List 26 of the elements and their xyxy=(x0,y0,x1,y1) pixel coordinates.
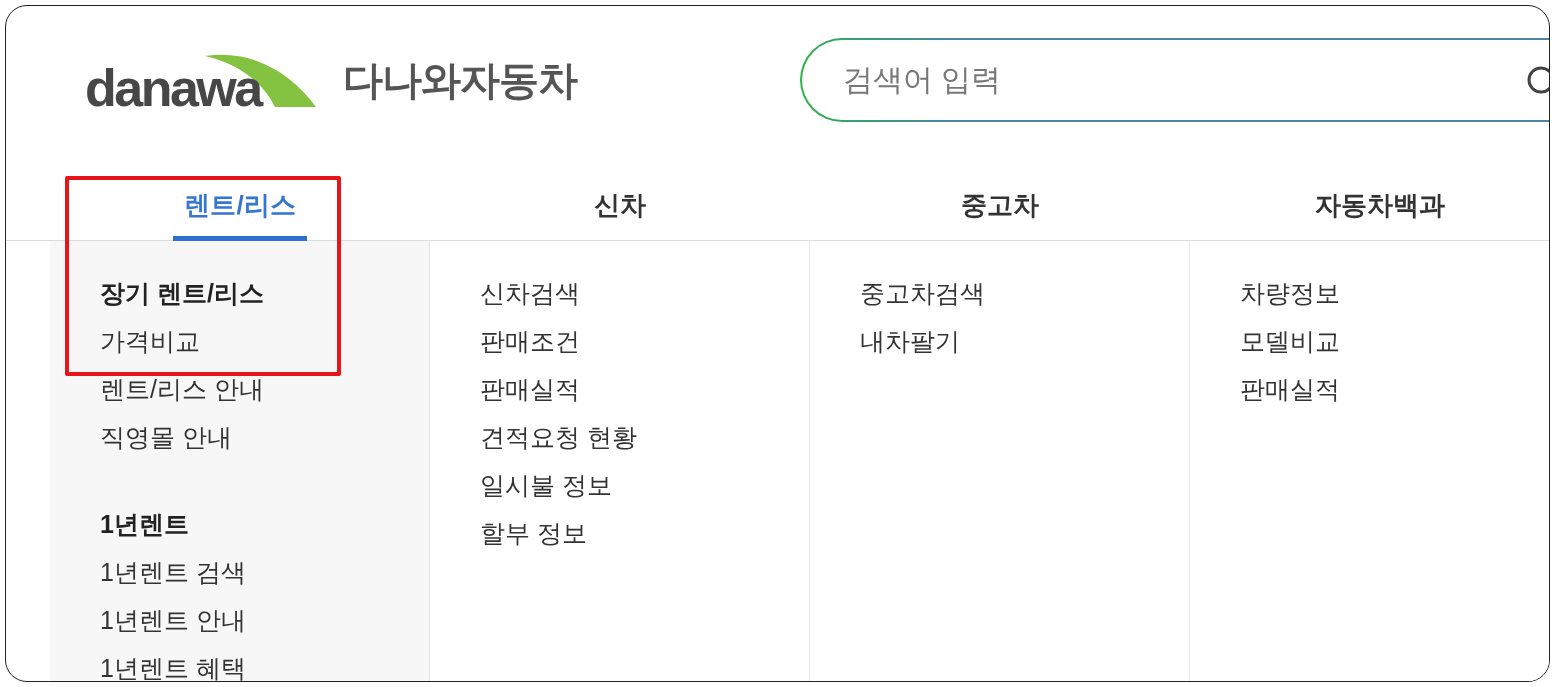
logo-wordmark[interactable]: danawa xyxy=(85,66,261,110)
nav-tab[interactable]: 자동차백과 xyxy=(1304,188,1456,242)
site-title[interactable]: 다나와자동차 xyxy=(343,56,577,104)
menu-link[interactable]: 1년렌트 혜택 xyxy=(100,655,246,681)
menu-link[interactable]: 가격비교 xyxy=(100,328,200,354)
menu-link[interactable]: 판매실적 xyxy=(1240,376,1340,402)
search-field[interactable]: 검색어 입력 xyxy=(800,38,1549,122)
menu-link[interactable]: 일시불 정보 xyxy=(480,472,612,498)
menu-link[interactable]: 내차팔기 xyxy=(860,328,960,354)
menu-link[interactable]: 할부 정보 xyxy=(480,520,587,546)
menu-link[interactable]: 차량정보 xyxy=(1240,280,1340,306)
menu-link[interactable]: 렌트/리스 안내 xyxy=(100,376,264,402)
menu-link[interactable]: 신차검색 xyxy=(480,280,580,306)
menu-link[interactable]: 판매실적 xyxy=(480,376,580,402)
menu-heading[interactable]: 1년렌트 xyxy=(100,511,189,537)
menu-link[interactable]: 1년렌트 안내 xyxy=(100,607,246,633)
menu-link[interactable]: 직영몰 안내 xyxy=(100,424,232,450)
menu-link[interactable]: 모델비교 xyxy=(1240,328,1340,354)
nav-tab[interactable]: 신차 xyxy=(583,188,657,242)
search-icon[interactable] xyxy=(1525,64,1549,96)
menu-heading[interactable]: 장기 렌트/리스 xyxy=(100,280,264,306)
menu-link[interactable]: 판매조건 xyxy=(480,328,580,354)
menu-link[interactable]: 중고차검색 xyxy=(860,280,985,306)
menu-link[interactable]: 1년렌트 검색 xyxy=(100,559,246,585)
menu-link[interactable]: 견적요청 현황 xyxy=(480,424,637,450)
nav-tab[interactable]: 중고차 xyxy=(950,188,1050,242)
